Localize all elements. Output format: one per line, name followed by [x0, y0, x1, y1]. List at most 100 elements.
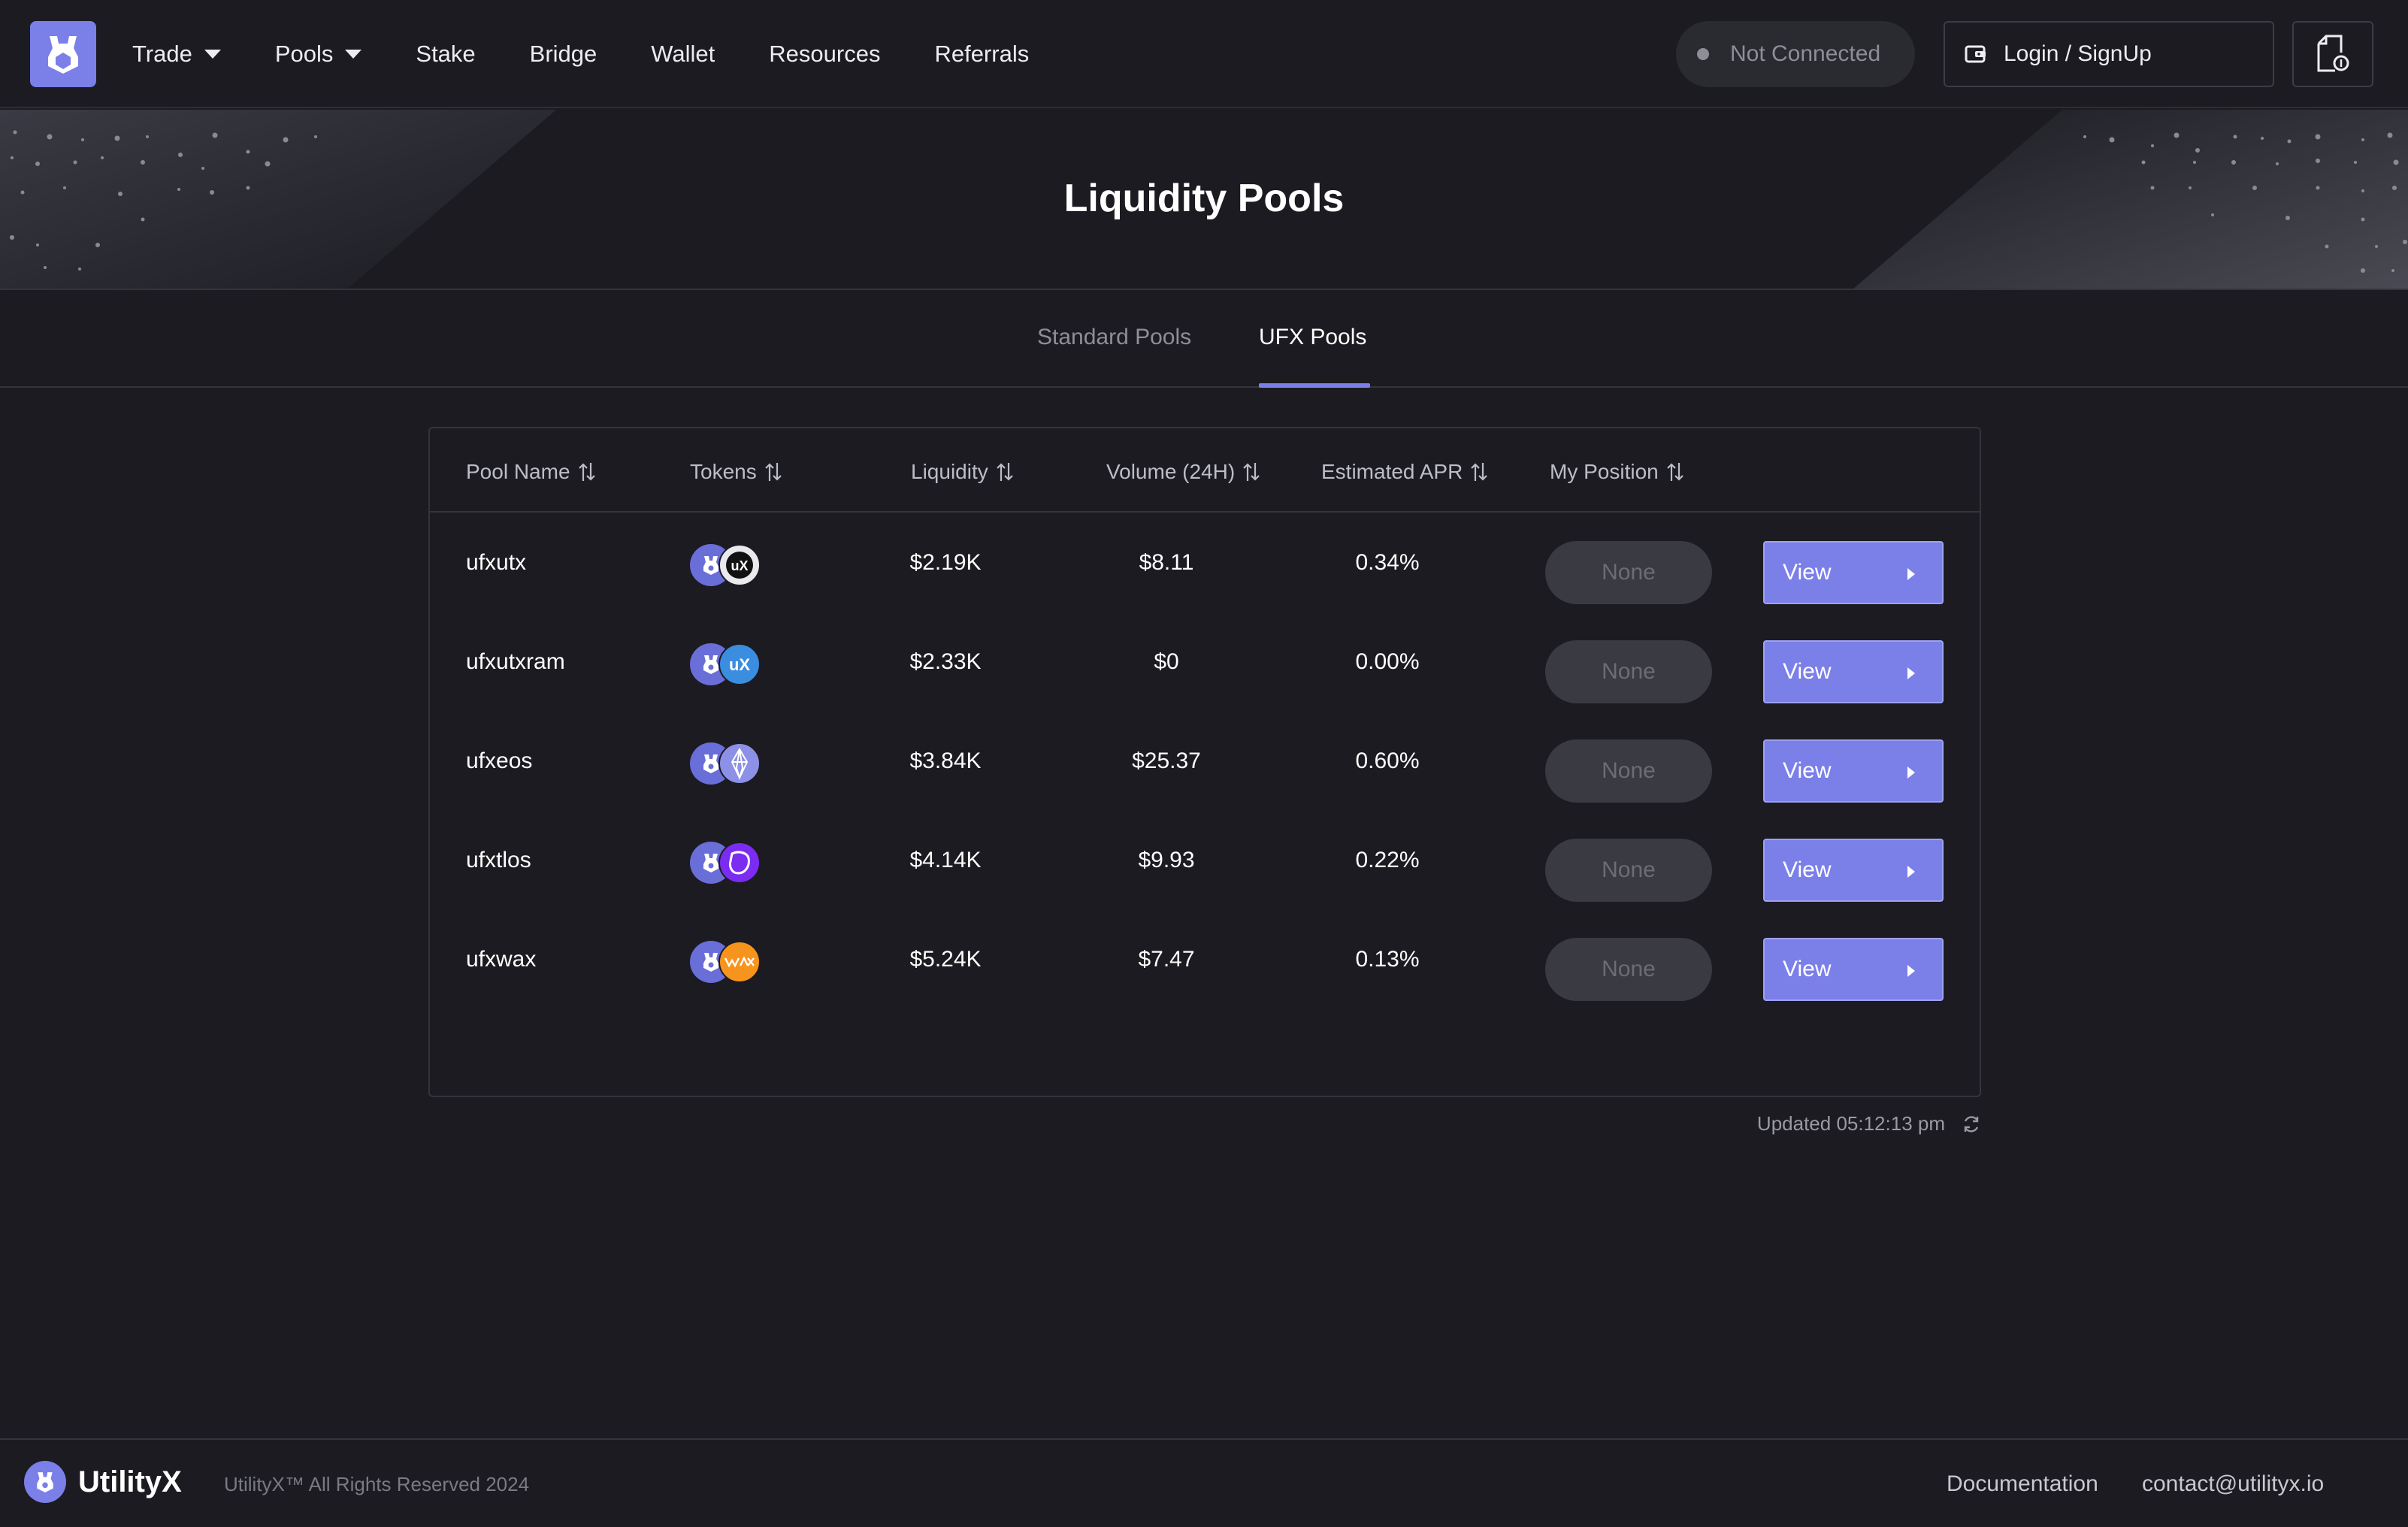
volume-value: $8.11 [1139, 550, 1194, 575]
table-row[interactable]: ufxwax $5.24K $7.47 0.13% None View [430, 911, 1980, 1010]
column-header-label: Volume (24H) [1106, 460, 1236, 483]
sort-icon [996, 463, 1013, 481]
connection-status-label: Not Connected [1730, 41, 1881, 66]
volume-value: $25.37 [1132, 748, 1201, 773]
volume-value: $9.93 [1138, 848, 1195, 872]
footer-copyright: UtilityX™ All Rights Reserved 2024 [224, 1473, 530, 1495]
column-header-label: My Position [1550, 460, 1659, 483]
tab-standard-pools[interactable]: Standard Pools [1037, 325, 1191, 350]
sort-icon [1471, 463, 1488, 481]
view-button[interactable]: View [1763, 541, 1944, 604]
token-pair [690, 842, 765, 884]
nav-item-wallet[interactable]: Wallet [651, 41, 715, 68]
column-header-my-position[interactable]: My Position [1550, 460, 1684, 484]
pools-table: Pool Name Tokens Liquidity Volume (24H) … [428, 427, 1981, 1097]
token-pair [690, 941, 765, 983]
apr-value: 0.34% [1355, 550, 1420, 575]
nav-item-pools[interactable]: Pools [275, 41, 362, 68]
sort-icon [764, 463, 782, 481]
connection-status-pill[interactable]: Not Connected [1676, 21, 1915, 87]
token-pair [690, 742, 765, 785]
table-row[interactable]: ufxeos $3.84K $25.37 0.60% None View [430, 712, 1980, 812]
column-header-tokens[interactable]: Tokens [690, 460, 782, 484]
table-header: Pool Name Tokens Liquidity Volume (24H) … [430, 428, 1980, 513]
liquidity-value: $3.84K [909, 748, 982, 773]
liquidity-value: $2.33K [909, 649, 982, 674]
nav-item-trade[interactable]: Trade [132, 41, 221, 68]
table-row[interactable]: ufxutxram uX $2.33K $0 0.00% None View [430, 613, 1980, 712]
hero-banner: Liquidity Pools [0, 110, 2408, 290]
column-header-volume[interactable]: Volume (24H) [1106, 460, 1260, 484]
login-label: Login / SignUp [2004, 41, 2152, 66]
play-arrow-icon [1907, 965, 1915, 977]
status-dot-icon [1697, 48, 1709, 60]
utx-token-icon: uX [718, 544, 761, 586]
nav-item-label: Bridge [529, 41, 597, 67]
position-badge: None [1545, 541, 1712, 604]
view-button[interactable]: View [1763, 640, 1944, 703]
tab-ufx-pools[interactable]: UFX Pools [1259, 325, 1366, 350]
play-arrow-icon [1907, 568, 1915, 580]
top-navbar: Trade Pools Stake Bridge Wallet Resource… [0, 0, 2408, 108]
column-header-label: Estimated APR [1321, 460, 1463, 483]
position-badge: None [1545, 640, 1712, 703]
volume-value: $0 [1154, 649, 1179, 674]
column-header-label: Pool Name [466, 460, 570, 483]
token-pair: uX [690, 643, 765, 685]
play-arrow-icon [1907, 667, 1915, 679]
table-row[interactable]: ufxtlos $4.14K $9.93 0.22% None View [430, 812, 1980, 911]
page-title: Liquidity Pools [1063, 177, 1345, 220]
sort-icon [1243, 463, 1260, 481]
sort-icon [1666, 463, 1683, 481]
nav-item-resources[interactable]: Resources [769, 41, 880, 68]
footer-brand: UtilityX [78, 1465, 182, 1498]
document-coin-icon [2317, 35, 2349, 72]
position-badge: None [1545, 839, 1712, 902]
document-button[interactable] [2292, 21, 2373, 87]
wallet-icon [1965, 45, 1986, 63]
pool-name: ufxeos [466, 748, 533, 773]
table-row[interactable]: ufxutx uX $2.19K $8.11 0.34% None View [430, 514, 1980, 613]
view-button[interactable]: View [1763, 938, 1944, 1001]
last-updated-text: Updated 05:12:13 pm [1756, 1112, 1945, 1135]
pool-name: ufxutxram [466, 649, 565, 674]
apr-value: 0.22% [1355, 848, 1420, 872]
view-button[interactable]: View [1763, 839, 1944, 902]
footer: UtilityX UtilityX™ All Rights Reserved 2… [0, 1438, 2408, 1527]
token-pair: uX [690, 544, 765, 586]
nav-item-bridge[interactable]: Bridge [530, 41, 597, 68]
main-nav: Trade Pools Stake Bridge Wallet Resource… [132, 0, 1083, 108]
nav-item-label: Pools [274, 41, 334, 67]
view-button[interactable]: View [1763, 739, 1944, 803]
last-updated: Updated 05:12:13 pm [1653, 1112, 1981, 1135]
volume-value: $7.47 [1138, 947, 1195, 972]
login-signup-button[interactable]: Login / SignUp [1944, 21, 2274, 87]
utilityx-logo-icon [24, 1461, 66, 1503]
caret-down-icon [345, 50, 362, 59]
pool-tabs: Standard Pools UFX Pools [0, 292, 2408, 388]
refresh-icon[interactable] [1962, 1114, 1981, 1134]
position-badge: None [1545, 739, 1712, 803]
pool-name: ufxwax [466, 947, 537, 972]
sort-icon [578, 463, 595, 481]
position-badge: None [1545, 938, 1712, 1001]
tlos-token-icon [718, 842, 761, 884]
column-header-label: Liquidity [911, 460, 988, 483]
footer-link-documentation[interactable]: Documentation [1947, 1471, 2098, 1497]
view-button-label: View [1783, 957, 1832, 981]
utxram-token-icon: uX [718, 643, 761, 685]
column-header-estimated-apr[interactable]: Estimated APR [1321, 460, 1488, 484]
column-header-pool-name[interactable]: Pool Name [466, 460, 596, 484]
column-header-label: Tokens [690, 460, 757, 483]
nav-item-label: Resources [769, 41, 881, 67]
utilityx-logo-icon[interactable] [30, 21, 96, 87]
liquidity-value: $4.14K [909, 848, 982, 872]
footer-link-contact[interactable]: contact@utilityx.io [2142, 1471, 2324, 1497]
caret-down-icon [204, 50, 221, 59]
nav-item-referrals[interactable]: Referrals [934, 41, 1029, 68]
liquidity-value: $5.24K [909, 947, 982, 972]
view-button-label: View [1783, 857, 1832, 882]
view-button-label: View [1783, 560, 1832, 585]
column-header-liquidity[interactable]: Liquidity [911, 460, 1014, 484]
nav-item-stake[interactable]: Stake [416, 41, 475, 68]
